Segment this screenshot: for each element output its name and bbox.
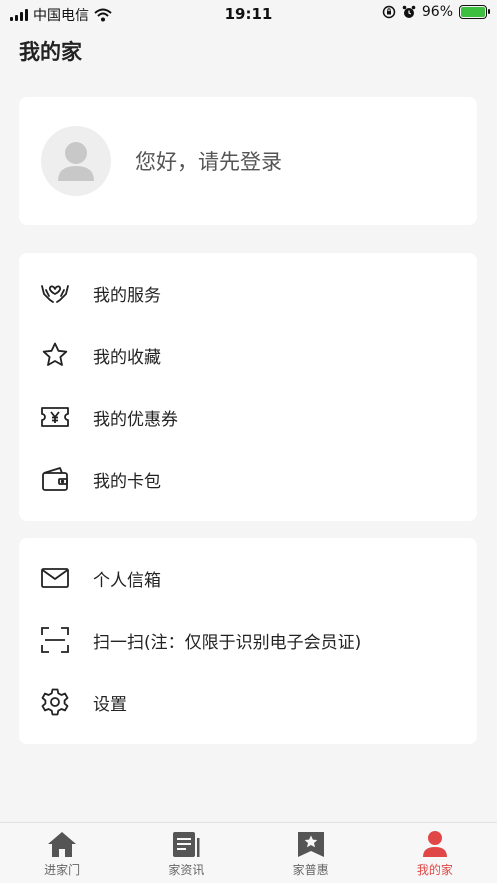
menu-label: 扫一扫(注：仅限于识别电子会员证) [93,632,362,653]
scan-icon [39,624,71,656]
service-hands-icon [39,277,71,309]
page-title: 我的家 [19,40,82,64]
login-card[interactable]: 您好，请先登录 [19,97,477,225]
menu-item-scan[interactable]: 扫一扫(注：仅限于识别电子会员证) [19,620,477,660]
status-right: 96% [382,4,490,20]
wallet-icon [39,463,71,495]
news-icon [171,829,201,859]
tab-label: 家普惠 [292,863,329,877]
tab-benefits[interactable]: 家普惠 [249,823,373,883]
default-avatar-icon [58,142,94,181]
menu-item-my-wallet[interactable]: 我的卡包 [19,459,477,499]
menu-item-settings[interactable]: 设置 [19,682,477,722]
menu-label: 我的收藏 [93,347,161,368]
rotation-lock-icon [382,5,396,19]
tab-label: 进家门 [44,863,81,877]
battery-percent: 96% [421,4,453,20]
tab-home[interactable]: 进家门 [0,823,124,883]
menu-item-my-favorites[interactable]: 我的收藏 [19,335,477,375]
tab-my-home[interactable]: 我的家 [373,823,497,883]
mail-icon [39,562,71,594]
coupon-icon [39,401,71,433]
menu-label: 设置 [93,694,127,715]
menu-group-primary: 我的服务 我的收藏 我的优惠券 我的卡包 [19,253,477,521]
alarm-icon [402,5,416,18]
menu-label: 我的优惠券 [93,409,178,430]
star-icon [39,339,71,371]
person-icon [420,829,450,859]
menu-item-my-coupons[interactable]: 我的优惠券 [19,397,477,437]
menu-label: 个人信箱 [93,570,161,591]
bookmark-star-icon [296,829,326,859]
menu-label: 我的卡包 [93,471,161,492]
home-icon [47,829,77,859]
tab-label: 我的家 [416,863,453,877]
login-prompt[interactable]: 您好，请先登录 [135,146,282,176]
gear-icon [39,686,71,718]
menu-item-mailbox[interactable]: 个人信箱 [19,558,477,598]
avatar[interactable] [41,126,111,196]
status-bar: 中国电信 19:11 96% [0,0,497,28]
menu-label: 我的服务 [93,285,161,306]
tab-label: 家资讯 [168,863,205,877]
bottom-tab-bar: 进家门 家资讯 家普惠 我的家 [0,822,497,883]
menu-group-secondary: 个人信箱 扫一扫(注：仅限于识别电子会员证) 设置 [19,538,477,744]
menu-item-my-services[interactable]: 我的服务 [19,273,477,313]
battery-icon [459,5,490,19]
tab-news[interactable]: 家资讯 [124,823,248,883]
